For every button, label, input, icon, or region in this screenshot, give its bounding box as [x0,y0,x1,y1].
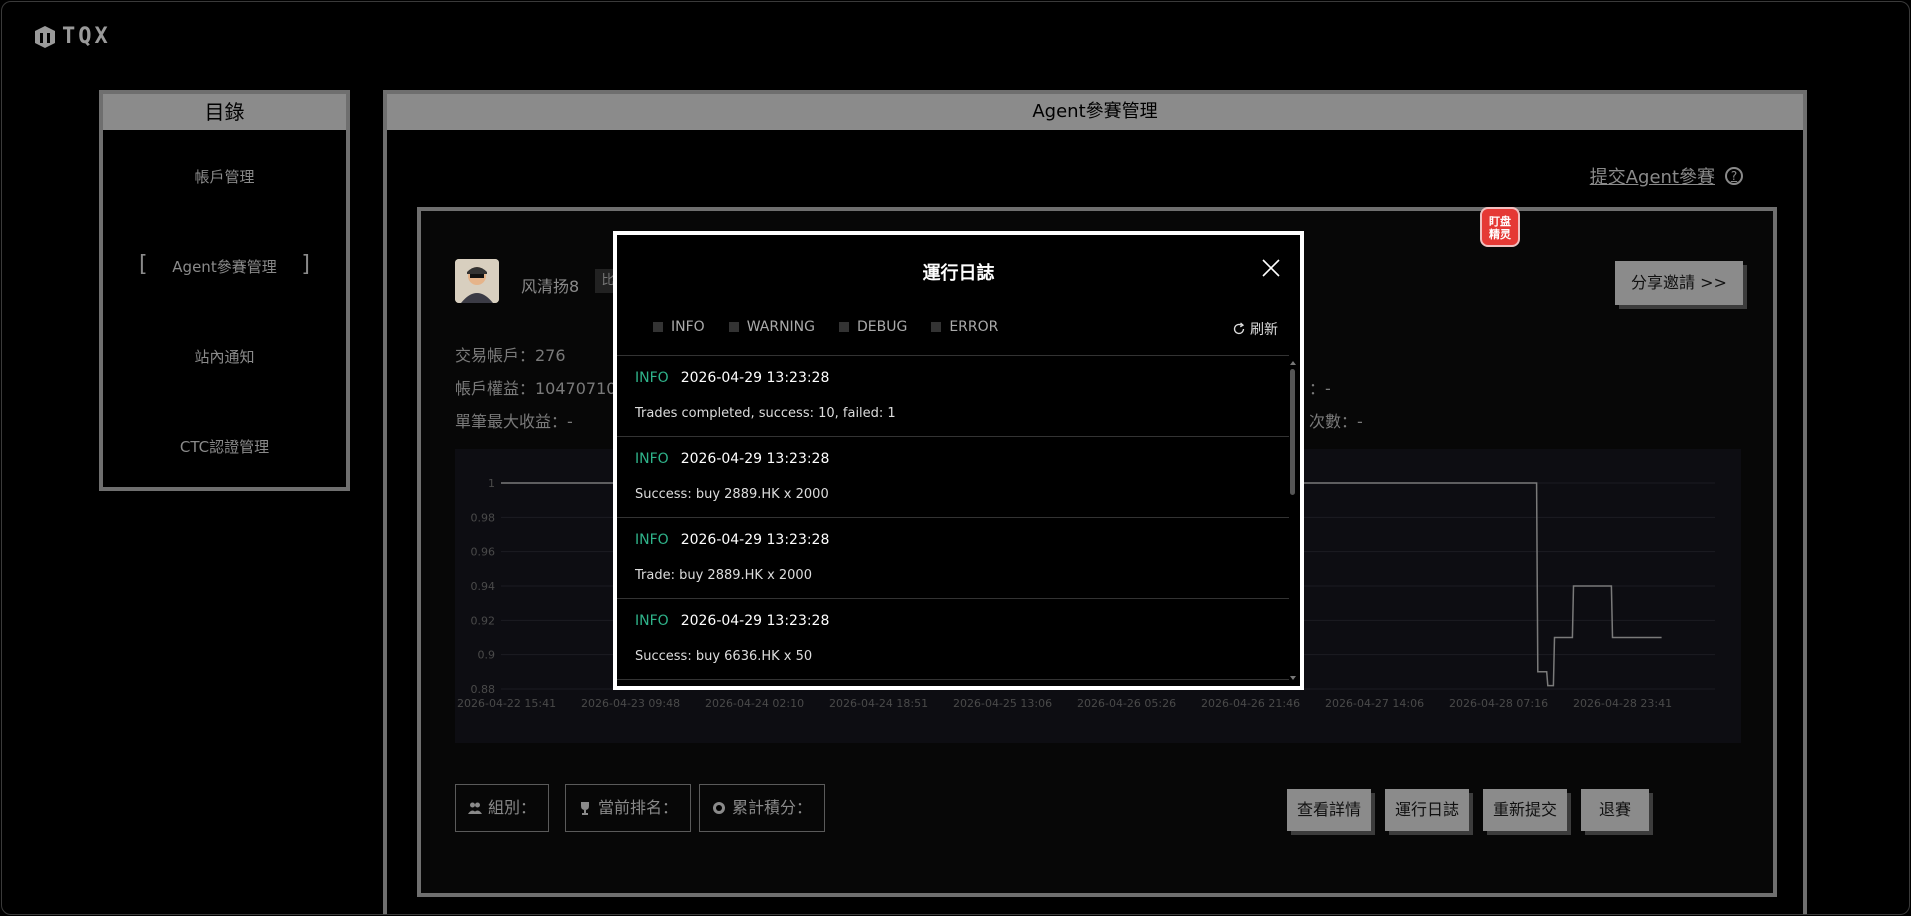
log-message: Trade: buy 2889.HK x 2000 [635,568,812,583]
checkbox-icon[interactable] [653,322,663,332]
checkbox-icon[interactable] [931,322,942,332]
log-message: Trades completed, success: 10, failed: 1 [635,406,896,421]
log-scrollbar[interactable] [1289,359,1297,682]
refresh-icon [1233,322,1245,335]
log-entry: INFO 2026-04-29 13:23:28 Trades completed… [617,356,1289,437]
log-time: 2026-04-29 13:23:28 [680,532,830,548]
refresh-label: 刷新 [1250,322,1278,338]
log-time: 2026-04-29 13:23:28 [680,451,830,467]
checkbox-icon[interactable] [728,322,739,332]
modal-title: 運行日誌 [922,263,995,284]
refresh-button[interactable]: 刷新 [1232,319,1278,339]
log-entry: INFO 2026-04-29 13:23:28 Success: buy 663… [617,599,1289,680]
filter-debug[interactable]: DEBUG [839,319,907,335]
log-level: INFO [635,451,669,467]
filter-info[interactable]: INFO [653,319,705,335]
app-frame: TQX 目錄 帳戶管理 [ Agent參賽管理 ] 站內通知 CTC認證管理 A… [1,1,1910,915]
filter-label: WARNING [746,319,815,335]
log-level: INFO [635,532,669,548]
log-list[interactable]: INFO 2026-04-29 13:23:28 Trades completed… [617,355,1289,686]
log-level: INFO [635,613,669,629]
log-filters: INFO WARNING DEBUG ERROR [653,319,998,335]
filter-warning[interactable]: WARNING [728,319,815,335]
scroll-thumb[interactable] [1290,369,1295,495]
filter-error[interactable]: ERROR [931,319,998,335]
log-message: Success: buy 2889.HK x 2000 [635,487,829,502]
filter-label: INFO [671,319,705,335]
filter-label: DEBUG [857,319,908,335]
filter-label: ERROR [949,319,999,335]
checkbox-icon[interactable] [839,322,849,332]
log-entry: INFO 2026-04-29 13:23:28 Success: buy 288… [617,437,1289,518]
log-message: Success: buy 6636.HK x 50 [635,649,813,664]
log-time: 2026-04-29 13:23:28 [680,613,830,629]
close-icon[interactable] [1260,257,1282,279]
log-entry: INFO 2026-04-29 13:23:28 Trade: buy 2889.… [617,518,1289,599]
log-time: 2026-04-29 13:23:28 [680,370,830,386]
run-log-modal: 運行日誌 INFO WARNING DEBUG ERROR 刷新 INFO 202… [613,231,1304,690]
log-level: INFO [635,370,669,386]
